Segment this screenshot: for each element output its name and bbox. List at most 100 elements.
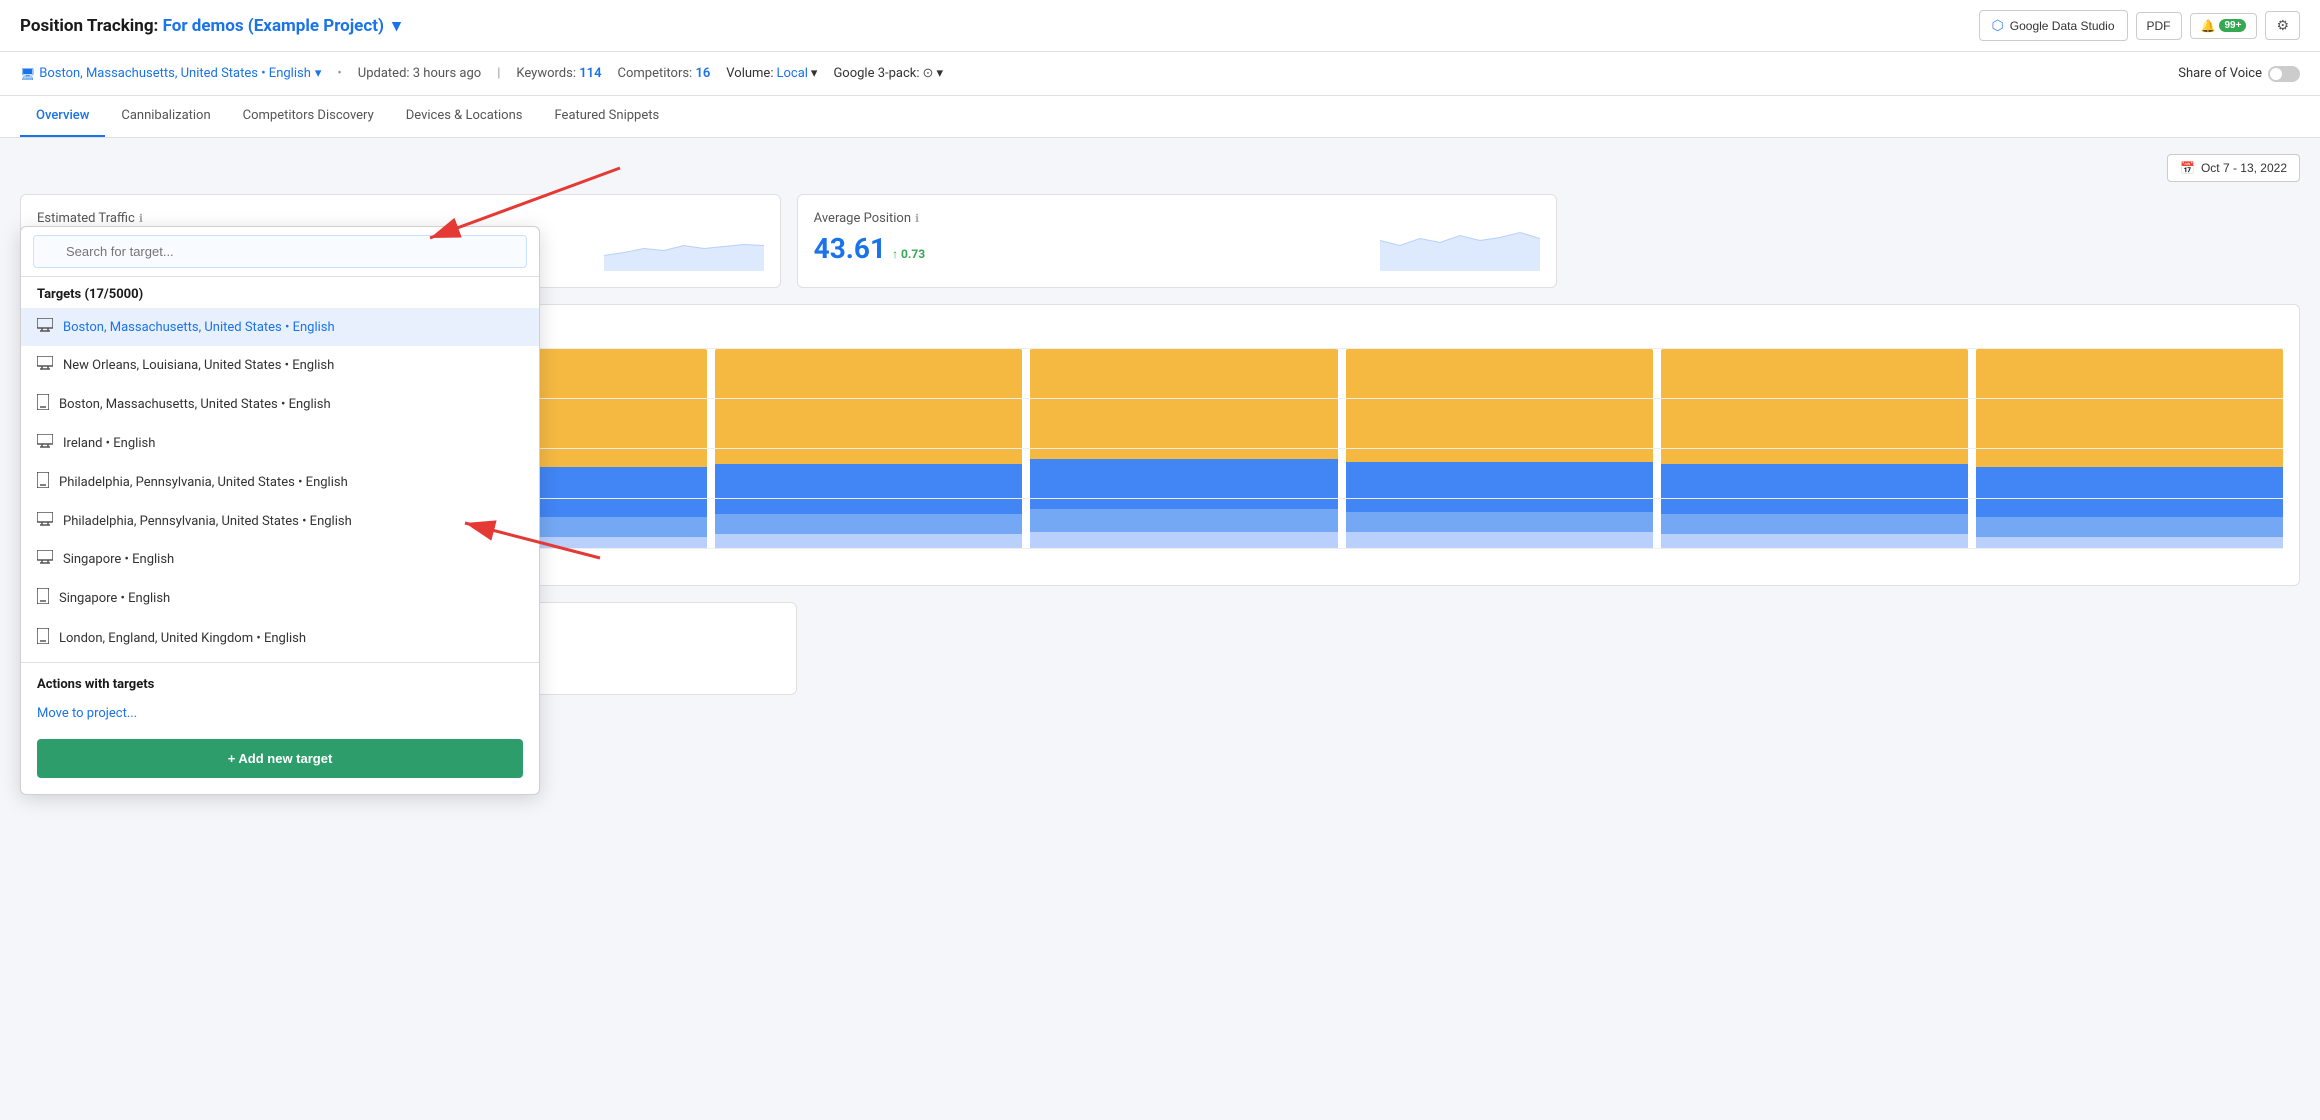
calendar-icon: 📅 bbox=[2180, 161, 2195, 175]
actions-section-title: Actions with targets bbox=[21, 667, 539, 698]
dropdown-item[interactable]: Ireland • English bbox=[21, 424, 539, 462]
updated-text: Updated: 3 hours ago bbox=[358, 66, 481, 81]
updated-label: Updated: 3 hours ago bbox=[358, 66, 481, 81]
monitor-icon: 🖥 bbox=[20, 67, 35, 81]
dropdown-items-list: Boston, Massachusetts, United States • E… bbox=[21, 308, 539, 658]
search-input[interactable] bbox=[33, 235, 527, 268]
notification-badge: 99+ bbox=[2219, 19, 2246, 32]
competitors-label: Competitors: bbox=[618, 66, 693, 81]
data-studio-icon: ⬡ bbox=[1992, 17, 2004, 34]
bar-seg-orange bbox=[1661, 349, 1968, 464]
volume-label: Volume: bbox=[726, 66, 773, 81]
dropdown-item-label: Boston, Massachusetts, United States • E… bbox=[63, 320, 335, 335]
bar-group bbox=[1661, 349, 1968, 549]
info-icon: ℹ bbox=[139, 212, 143, 225]
date-row: 📅 Oct 7 - 13, 2022 bbox=[20, 154, 2300, 182]
dropdown-item[interactable]: Singapore • English bbox=[21, 540, 539, 578]
bar-group bbox=[1346, 349, 1653, 549]
bar-seg-blue-light bbox=[1976, 537, 2283, 550]
dropdown-item[interactable]: Boston, Massachusetts, United States • E… bbox=[21, 384, 539, 424]
add-target-label: + Add new target bbox=[228, 751, 333, 766]
share-of-voice-label: Share of Voice bbox=[2178, 66, 2262, 81]
dropdown-item-label: Singapore • English bbox=[63, 552, 174, 567]
tab-cannibalization[interactable]: Cannibalization bbox=[105, 96, 226, 137]
dropdown-item-label: Boston, Massachusetts, United States • E… bbox=[59, 397, 331, 412]
data-studio-button[interactable]: ⬡ Google Data Studio bbox=[1979, 10, 2128, 41]
dropdown-item-label: New Orleans, Louisiana, United States • … bbox=[63, 358, 334, 373]
search-box: 🔍 bbox=[21, 227, 539, 277]
desktop-icon bbox=[37, 550, 53, 568]
bar-seg-blue-mid bbox=[1661, 514, 1968, 534]
top-bar: Position Tracking: For demos (Example Pr… bbox=[0, 0, 2320, 52]
bar-seg-orange bbox=[1346, 349, 1653, 462]
bar-group bbox=[1976, 349, 2283, 549]
bell-icon: 🔔 bbox=[2201, 19, 2216, 33]
competitors-meta: Competitors: 16 bbox=[618, 66, 711, 81]
nav-tabs: Overview Cannibalization Competitors Dis… bbox=[0, 96, 2320, 138]
estimated-traffic-chart bbox=[604, 211, 764, 271]
tab-competitors-discovery[interactable]: Competitors Discovery bbox=[227, 96, 390, 137]
dropdown-item-label: Philadelphia, Pennsylvania, United State… bbox=[63, 514, 352, 529]
dropdown-section-title: Targets (17/5000) bbox=[21, 277, 539, 308]
bar-seg-orange bbox=[1030, 349, 1337, 459]
tablet-icon bbox=[37, 394, 49, 414]
volume-value: Local bbox=[776, 66, 807, 81]
date-range-button[interactable]: 📅 Oct 7 - 13, 2022 bbox=[2167, 154, 2300, 182]
average-position-chart bbox=[1380, 211, 1540, 271]
bar-seg-blue-dark bbox=[1346, 462, 1653, 512]
desktop-icon bbox=[37, 434, 53, 452]
bar-seg-blue-light bbox=[715, 534, 1022, 549]
share-of-voice-switch[interactable] bbox=[2268, 66, 2300, 82]
project-link[interactable]: For demos (Example Project) bbox=[163, 16, 384, 36]
keywords-value: 114 bbox=[579, 66, 601, 81]
bar-seg-blue-mid bbox=[1346, 512, 1653, 532]
volume-chevron: ▾ bbox=[811, 66, 818, 81]
location-selector[interactable]: 🖥 Boston, Massachusetts, United States •… bbox=[20, 66, 321, 81]
main-content: 📅 Oct 7 - 13, 2022 Estimated Traffic ℹ 3… bbox=[0, 138, 2320, 711]
g3pack-icon: ⊙ bbox=[923, 66, 934, 81]
average-position-delta: ↑ 0.73 bbox=[892, 247, 925, 261]
title-prefix: Position Tracking: bbox=[20, 16, 158, 36]
dropdown-item-label: London, England, United Kingdom • Englis… bbox=[59, 631, 306, 646]
settings-button[interactable]: ⚙ bbox=[2265, 11, 2300, 40]
bar-seg-blue-mid bbox=[715, 514, 1022, 534]
tab-featured-snippets[interactable]: Featured Snippets bbox=[539, 96, 676, 137]
bell-button[interactable]: 🔔 99+ bbox=[2190, 13, 2258, 39]
dropdown-item-label: Philadelphia, Pennsylvania, United State… bbox=[59, 475, 348, 490]
tab-overview[interactable]: Overview bbox=[20, 96, 105, 137]
competitors-value: 16 bbox=[695, 66, 710, 81]
keywords-meta: Keywords: 114 bbox=[516, 66, 601, 81]
bar-seg-blue-mid bbox=[1976, 517, 2283, 537]
bar-seg-orange bbox=[715, 349, 1022, 464]
target-dropdown: 🔍 Targets (17/5000) Boston, Massachusett… bbox=[20, 226, 540, 795]
average-position-card: Average Position ℹ 43.61 ↑ 0.73 bbox=[797, 194, 1558, 288]
add-target-button[interactable]: + Add new target bbox=[37, 739, 523, 778]
average-position-value: 43.61 ↑ 0.73 bbox=[814, 232, 926, 265]
page-title: Position Tracking: For demos (Example Pr… bbox=[20, 16, 401, 36]
desktop-icon bbox=[37, 318, 53, 336]
bar-seg-blue-mid bbox=[1030, 509, 1337, 532]
tab-devices-locations[interactable]: Devices & Locations bbox=[390, 96, 539, 137]
dropdown-item[interactable]: Philadelphia, Pennsylvania, United State… bbox=[21, 462, 539, 502]
dropdown-item[interactable]: Singapore • English bbox=[21, 578, 539, 618]
dropdown-item[interactable]: Boston, Massachusetts, United States • E… bbox=[21, 308, 539, 346]
project-chevron[interactable]: ▾ bbox=[392, 16, 401, 36]
top-bar-actions: ⬡ Google Data Studio PDF 🔔 99+ ⚙ bbox=[1979, 10, 2300, 41]
share-of-voice-toggle[interactable]: Share of Voice bbox=[2178, 66, 2300, 82]
tablet-icon bbox=[37, 588, 49, 608]
dropdown-item[interactable]: New Orleans, Louisiana, United States • … bbox=[21, 346, 539, 384]
date-range-text: Oct 7 - 13, 2022 bbox=[2201, 161, 2287, 175]
average-position-label: Average Position ℹ bbox=[814, 211, 926, 226]
bar-seg-blue-dark bbox=[715, 464, 1022, 514]
move-to-project[interactable]: Move to project... bbox=[21, 698, 539, 729]
volume-selector[interactable]: Volume: Local ▾ bbox=[726, 66, 817, 81]
dropdown-item[interactable]: Philadelphia, Pennsylvania, United State… bbox=[21, 502, 539, 540]
bar-seg-blue-light bbox=[1661, 534, 1968, 549]
gear-icon: ⚙ bbox=[2276, 17, 2289, 33]
pdf-button[interactable]: PDF bbox=[2136, 12, 2182, 40]
tablet-icon bbox=[37, 628, 49, 648]
bar-seg-blue-dark bbox=[1976, 467, 2283, 517]
dropdown-item[interactable]: London, England, United Kingdom • Englis… bbox=[21, 618, 539, 658]
location-chevron: ▾ bbox=[315, 66, 322, 81]
g3pack-selector[interactable]: Google 3-pack: ⊙ ▾ bbox=[833, 66, 943, 81]
